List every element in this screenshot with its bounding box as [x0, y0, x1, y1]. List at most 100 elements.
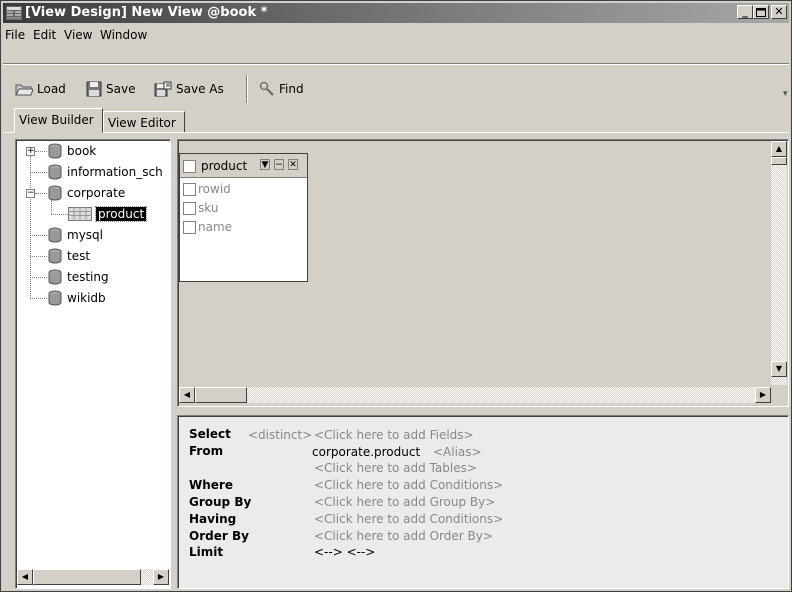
maximize-button[interactable]: [753, 5, 769, 19]
search-icon: [259, 81, 274, 96]
field-label: rowid: [198, 182, 231, 196]
find-label: Find: [279, 82, 304, 96]
tree-item-wikidb[interactable]: wikidb: [47, 289, 106, 307]
limit-value[interactable]: <--> <-->: [314, 545, 375, 559]
collapse-corporate-icon[interactable]: −: [26, 189, 35, 198]
tree-line: [35, 193, 47, 194]
tree-item-product[interactable]: product: [68, 205, 148, 223]
table-icon: [68, 207, 92, 221]
database-icon: [48, 143, 62, 159]
design-table-header[interactable]: product ▼ − ✕: [180, 154, 307, 178]
menu-separator: [3, 63, 789, 65]
scrollbar-thumb[interactable]: [771, 157, 787, 165]
dropdown-icon[interactable]: ▼: [260, 159, 270, 170]
menu-file[interactable]: File: [5, 28, 25, 42]
tree-item-book[interactable]: book: [47, 142, 96, 160]
database-icon: [48, 269, 62, 285]
menu-edit[interactable]: Edit: [33, 28, 56, 42]
add-conditions-link[interactable]: <Click here to add Conditions>: [314, 478, 503, 492]
field-label: name: [198, 220, 233, 234]
add-having-link[interactable]: <Click here to add Conditions>: [314, 512, 503, 526]
tree-item-testing[interactable]: testing: [47, 268, 109, 286]
menu-bar: File Edit View Window: [3, 25, 789, 45]
canvas-horizontal-scrollbar[interactable]: ◀ ▶: [179, 387, 771, 403]
scroll-down-icon[interactable]: ▼: [771, 361, 787, 377]
tree-item-label: test: [67, 249, 91, 263]
scroll-up-icon[interactable]: ▲: [771, 141, 787, 157]
distinct-toggle[interactable]: <distinct>: [248, 428, 312, 442]
scrollbar-thumb[interactable]: [195, 387, 247, 403]
tree-line: [30, 256, 47, 257]
save-as-label: Save As: [176, 82, 224, 96]
database-icon: [48, 185, 62, 201]
select-label: Select: [189, 427, 231, 441]
field-checkbox[interactable]: [183, 182, 196, 196]
database-icon: [48, 164, 62, 180]
group-by-label: Group By: [189, 495, 252, 509]
alias-link[interactable]: <Alias>: [433, 445, 482, 459]
tab-view-builder-label: View Builder: [19, 113, 94, 127]
menu-view[interactable]: View: [64, 28, 92, 42]
design-table-product[interactable]: product ▼ − ✕ rowid sku name: [179, 153, 308, 282]
menu-window[interactable]: Window: [100, 28, 147, 42]
load-button[interactable]: Load: [15, 78, 66, 100]
tree-line: [35, 151, 47, 152]
tab-strip-line: [3, 132, 789, 133]
title-bar[interactable]: [View Design] New View @book * _ ✕: [3, 3, 789, 23]
canvas-vertical-scrollbar[interactable]: ▲ ▼: [771, 141, 787, 385]
tree-item-mysql[interactable]: mysql: [47, 226, 103, 244]
tree-item-corporate[interactable]: corporate: [47, 184, 125, 202]
database-icon: [48, 290, 62, 306]
field-checkbox[interactable]: [183, 201, 196, 215]
field-row[interactable]: rowid: [183, 180, 231, 198]
scroll-right-icon[interactable]: ▶: [153, 569, 169, 585]
tree-line: [30, 298, 47, 299]
find-button[interactable]: Find: [259, 78, 304, 100]
minimize-button[interactable]: _: [737, 5, 753, 19]
scroll-left-icon[interactable]: ◀: [17, 569, 33, 585]
main-window: [View Design] New View @book * _ ✕ File …: [0, 0, 792, 592]
tree-item-label: wikidb: [67, 291, 106, 305]
field-row[interactable]: sku: [183, 199, 218, 217]
tree-item-test[interactable]: test: [47, 247, 90, 265]
minimize-icon: _: [742, 5, 748, 18]
minimize-table-icon[interactable]: −: [274, 159, 284, 170]
tree-item-label: mysql: [67, 228, 103, 242]
close-button[interactable]: ✕: [771, 5, 787, 19]
maximize-icon: [756, 8, 766, 17]
tree-line: [30, 235, 47, 236]
from-label: From: [189, 444, 224, 458]
load-label: Load: [37, 82, 66, 96]
limit-label: Limit: [189, 545, 224, 559]
tab-view-editor[interactable]: View Editor: [103, 111, 185, 133]
save-button[interactable]: Save: [86, 78, 135, 100]
tree-line: [51, 214, 68, 215]
save-label: Save: [106, 82, 136, 96]
add-fields-link[interactable]: <Click here to add Fields>: [314, 428, 474, 442]
close-table-icon[interactable]: ✕: [288, 159, 298, 170]
add-group-by-link[interactable]: <Click here to add Group By>: [314, 495, 495, 509]
expand-book-icon[interactable]: +: [26, 147, 35, 156]
save-as-button[interactable]: Save As: [154, 78, 224, 100]
tree-item-label: book: [67, 144, 97, 158]
tree-horizontal-scrollbar[interactable]: ◀ ▶: [17, 569, 169, 585]
select-all-checkbox[interactable]: [183, 160, 196, 173]
field-label: sku: [198, 201, 219, 215]
database-icon: [48, 227, 62, 243]
tree-item-information-schema[interactable]: information_sch: [47, 163, 163, 181]
having-label: Having: [189, 512, 237, 526]
scrollbar-thumb[interactable]: [33, 569, 141, 585]
tab-view-builder[interactable]: View Builder: [14, 108, 103, 133]
from-table[interactable]: corporate.product: [312, 445, 420, 459]
add-tables-link[interactable]: <Click here to add Tables>: [314, 461, 477, 475]
scroll-right-icon[interactable]: ▶: [755, 387, 771, 403]
tab-view-editor-label: View Editor: [108, 116, 176, 130]
add-order-by-link[interactable]: <Click here to add Order By>: [314, 529, 493, 543]
field-checkbox[interactable]: [183, 220, 196, 234]
toolbar-separator: [246, 75, 248, 103]
scroll-left-icon[interactable]: ◀: [179, 387, 195, 403]
tree-item-label: information_sch: [67, 165, 163, 179]
field-row[interactable]: name: [183, 218, 232, 236]
floppy-disk-icon: [86, 81, 102, 97]
toolbar-overflow-icon[interactable]: ▾: [783, 89, 788, 99]
